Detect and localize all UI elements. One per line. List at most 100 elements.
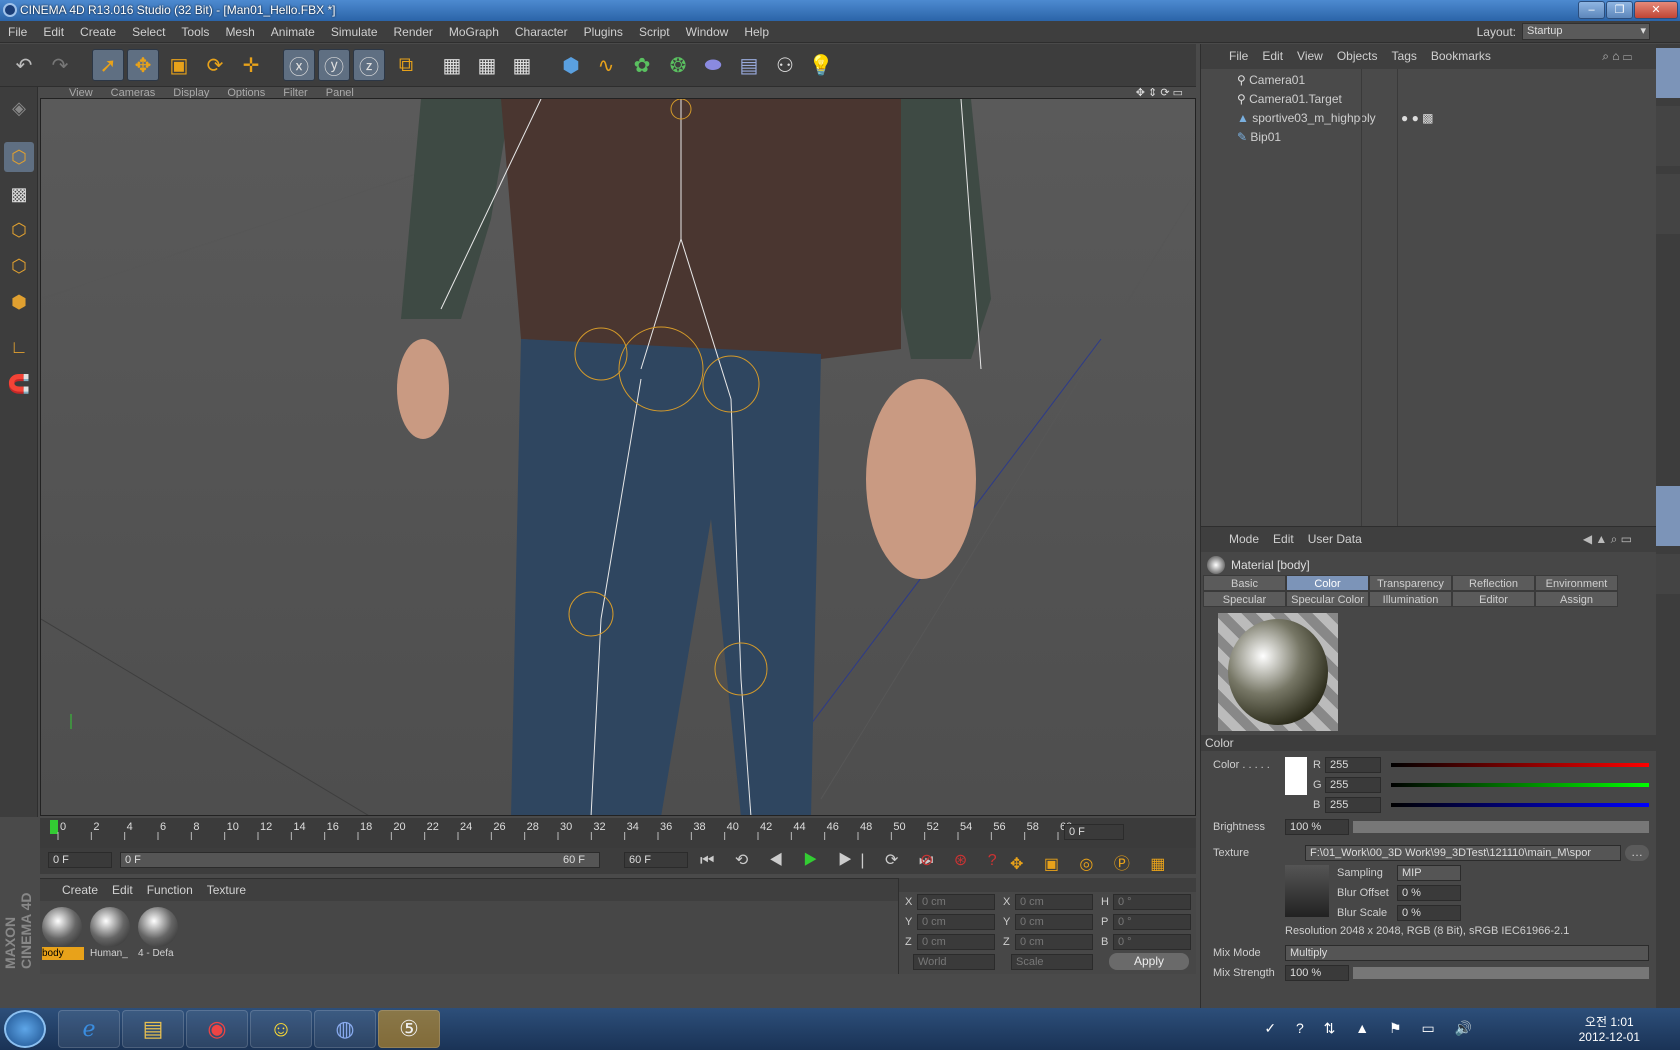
current-frame-field[interactable]: 0 F	[1064, 824, 1124, 840]
render-view-icon[interactable]: ▦	[436, 49, 468, 81]
tab-color[interactable]: Color	[1286, 575, 1369, 591]
layout-select[interactable]: Startup	[1522, 23, 1650, 40]
mix-strength-field[interactable]: 100 %	[1285, 965, 1349, 981]
menu-tools[interactable]: Tools	[173, 21, 217, 43]
menu-character[interactable]: Character	[507, 21, 576, 43]
record-buttons[interactable]: ⊘ ⊛ ?	[920, 850, 1005, 870]
menu-file[interactable]: File	[0, 21, 35, 43]
mix-strength-slider[interactable]	[1353, 967, 1649, 979]
mix-mode-select[interactable]: Multiply	[1285, 945, 1649, 961]
minimize-button[interactable]: ‒	[1578, 1, 1605, 19]
obj-menu-view[interactable]: View	[1297, 49, 1323, 63]
camera-icon[interactable]: ⚇	[769, 49, 801, 81]
apply-button[interactable]: Apply	[1109, 953, 1189, 970]
start-frame-field[interactable]: 0 F	[48, 852, 112, 868]
scale-icon[interactable]: ▣	[163, 49, 195, 81]
mat-menu-edit[interactable]: Edit	[112, 883, 133, 897]
make-editable-icon[interactable]: ◈	[4, 93, 34, 123]
menu-animate[interactable]: Animate	[263, 21, 323, 43]
array-icon[interactable]: ❂	[662, 49, 694, 81]
edges-mode-icon[interactable]: ⬡	[4, 251, 34, 281]
material-preview[interactable]	[1218, 613, 1338, 731]
material-tag-icon[interactable]: ● ● ▩	[1401, 109, 1434, 128]
attributes-side-tab[interactable]	[1656, 486, 1680, 546]
texture-path-field[interactable]: F:\01_Work\00_3D Work\99_3DTest\121110\m…	[1305, 845, 1621, 861]
object-row[interactable]: ✎ Bip01	[1201, 128, 1657, 147]
undo-icon[interactable]: ↶	[8, 49, 40, 81]
clock[interactable]: 오전 1:01 2012-12-01	[1579, 1013, 1640, 1044]
add-object-icon[interactable]: ✛	[235, 49, 267, 81]
b-slider[interactable]	[1391, 803, 1649, 807]
objects-side-tab[interactable]	[1656, 48, 1680, 98]
move-icon[interactable]: ✥	[127, 49, 159, 81]
pos-x-field[interactable]: 0 cm	[917, 894, 995, 910]
points-mode-icon[interactable]: ⬡	[4, 215, 34, 245]
polygons-mode-icon[interactable]: ⬢	[4, 287, 34, 317]
menu-create[interactable]: Create	[72, 21, 124, 43]
g-field[interactable]: 255	[1325, 777, 1381, 793]
obj-menu-tags[interactable]: Tags	[1392, 49, 1417, 63]
color-swatch[interactable]	[1285, 757, 1307, 795]
rot-h-field[interactable]: 0 °	[1113, 894, 1191, 910]
cube-icon[interactable]: ⬢	[555, 49, 587, 81]
menu-window[interactable]: Window	[678, 21, 737, 43]
scale-z-field[interactable]: 0 cm	[1015, 934, 1093, 950]
r-field[interactable]: 255	[1325, 757, 1381, 773]
attr-menu-user-data[interactable]: User Data	[1308, 532, 1362, 546]
tab-transparency[interactable]: Transparency	[1369, 575, 1452, 591]
b-field[interactable]: 255	[1325, 797, 1381, 813]
close-button[interactable]: ✕	[1634, 1, 1678, 19]
tray-icons[interactable]: ✓ ? ⇅ ▲ ⚑ ▭ 🔊	[1264, 1020, 1480, 1037]
x-axis-lock-icon[interactable]: ⓧ	[283, 49, 315, 81]
obj-menu-edit[interactable]: Edit	[1262, 49, 1283, 63]
spline-icon[interactable]: ∿	[590, 49, 622, 81]
mat-menu-texture[interactable]: Texture	[207, 883, 246, 897]
chrome-icon[interactable]: ◉	[186, 1010, 248, 1048]
menu-select[interactable]: Select	[124, 21, 173, 43]
scale-x-field[interactable]: 0 cm	[1015, 894, 1093, 910]
menu-edit[interactable]: Edit	[35, 21, 72, 43]
coordinate-system-icon[interactable]: ⧉	[390, 49, 422, 81]
messenger-icon[interactable]: ☺	[250, 1010, 312, 1048]
range-slider[interactable]: 0 F 60 F	[120, 852, 600, 868]
tab-assign[interactable]: Assign	[1535, 591, 1618, 607]
pos-z-field[interactable]: 0 cm	[917, 934, 995, 950]
mat-menu-function[interactable]: Function	[147, 883, 193, 897]
menu-simulate[interactable]: Simulate	[323, 21, 386, 43]
render-settings-icon[interactable]: ▦	[506, 49, 538, 81]
object-row[interactable]: ⚲ Camera01.Target	[1201, 90, 1657, 109]
mat-menu-create[interactable]: Create	[62, 883, 98, 897]
attr-menu-edit[interactable]: Edit	[1273, 532, 1294, 546]
light-icon[interactable]: 💡	[805, 49, 837, 81]
search-icon[interactable]: ⌕ ⌂ ▭	[1602, 44, 1632, 69]
floor-icon[interactable]: ▤	[733, 49, 765, 81]
coord-scale-select[interactable]: Scale	[1011, 954, 1093, 970]
menu-help[interactable]: Help	[736, 21, 777, 43]
tab-specular-color[interactable]: Specular Color	[1286, 591, 1369, 607]
r-slider[interactable]	[1391, 763, 1649, 767]
pos-y-field[interactable]: 0 cm	[917, 914, 995, 930]
g-slider[interactable]	[1391, 783, 1649, 787]
snap-icon[interactable]: 🧲	[4, 369, 34, 399]
deformer-icon[interactable]: ⬬	[697, 49, 729, 81]
object-row[interactable]: ⚲ Camera01	[1201, 71, 1657, 90]
tab-environment[interactable]: Environment	[1535, 575, 1618, 591]
tab-illumination[interactable]: Illumination	[1369, 591, 1452, 607]
tab-basic[interactable]: Basic	[1203, 575, 1286, 591]
material-swatch-human[interactable]: Human_	[90, 907, 132, 963]
axis-mode-icon[interactable]: ∟	[4, 332, 34, 362]
obj-menu-file[interactable]: File	[1229, 49, 1248, 63]
obj-menu-bookmarks[interactable]: Bookmarks	[1431, 49, 1491, 63]
structure-side-tab[interactable]	[1656, 174, 1680, 234]
model-mode-icon[interactable]: ⬡	[4, 142, 34, 172]
content-browser-side-tab[interactable]	[1656, 106, 1680, 166]
menu-plugins[interactable]: Plugins	[576, 21, 631, 43]
texture-browse-button[interactable]: …	[1625, 845, 1649, 861]
rot-p-field[interactable]: 0 °	[1113, 914, 1191, 930]
menu-mograph[interactable]: MoGraph	[441, 21, 507, 43]
maximize-button[interactable]: ❐	[1606, 1, 1633, 19]
blur-scale-field[interactable]: 0 %	[1397, 905, 1461, 921]
tab-editor[interactable]: Editor	[1452, 591, 1535, 607]
rot-b-field[interactable]: 0 °	[1113, 934, 1191, 950]
timeline[interactable]: 0 2 4 6 8 10 12 14 16 18 20 22 24 26 28 30 32 34 36 38 40 42 4…	[40, 818, 1196, 848]
